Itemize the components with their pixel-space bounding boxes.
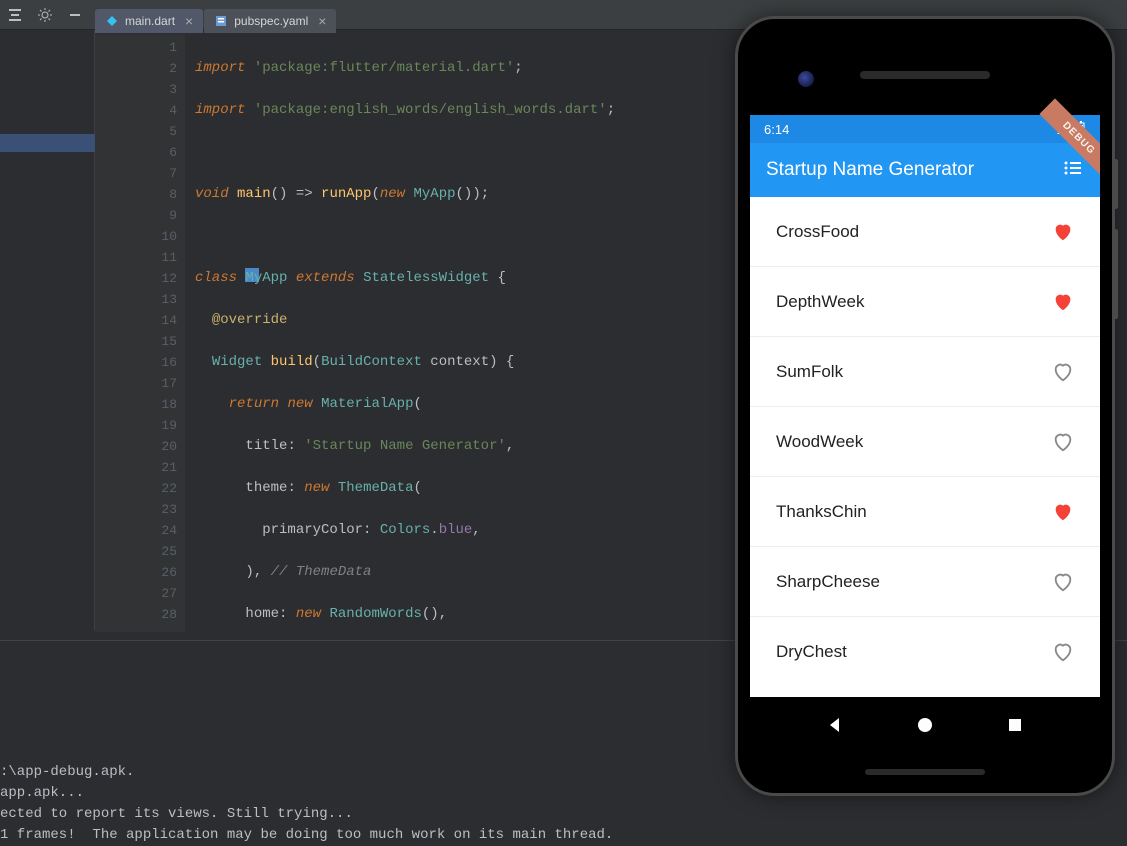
list-item[interactable]: CrossFood (750, 197, 1100, 267)
list-item[interactable]: WoodWeek (750, 407, 1100, 477)
item-name: SharpCheese (776, 572, 880, 592)
emulator-frame: 6:14 DEBUG Startup Name Generator CrossF… (735, 16, 1115, 796)
editor-gutter[interactable]: 1 2 3 4 5 6 7 8 9 10 11 12 13 14 15 16 1… (95, 34, 185, 632)
app-title: Startup Name Generator (766, 159, 974, 181)
gutter-num: 5 (95, 121, 177, 142)
camera-icon (798, 71, 814, 87)
heart-outline-icon[interactable] (1052, 571, 1074, 593)
close-icon[interactable]: × (318, 13, 326, 29)
gutter-num: 22 (95, 478, 177, 499)
item-name: SumFolk (776, 362, 843, 382)
status-time: 6:14 (764, 122, 789, 137)
layout-icon[interactable] (0, 0, 30, 30)
app-bar: DEBUG Startup Name Generator (750, 143, 1100, 197)
gutter-num: 26 (95, 562, 177, 583)
gutter-num: 2 (95, 58, 177, 79)
close-icon[interactable]: × (185, 13, 193, 29)
gutter-num: 11 (95, 247, 177, 268)
heart-outline-icon[interactable] (1052, 641, 1074, 663)
item-name: ThanksChin (776, 502, 867, 522)
heart-outline-icon[interactable] (1052, 361, 1074, 383)
yaml-file-icon (214, 14, 228, 28)
recents-button[interactable] (1005, 715, 1025, 735)
gutter-num: 1 (95, 37, 177, 58)
back-button[interactable] (825, 715, 845, 735)
volume-button[interactable] (1114, 229, 1118, 319)
gutter-num: 20 (95, 436, 177, 457)
gutter-num: 15 (95, 331, 177, 352)
gutter-num: 13 (95, 289, 177, 310)
editor-tabs: main.dart × pubspec.yaml × (95, 8, 336, 34)
gutter-num: 10 (95, 226, 177, 247)
minimize-icon[interactable] (60, 0, 90, 30)
home-button[interactable] (915, 715, 935, 735)
item-name: DepthWeek (776, 292, 865, 312)
gutter-num: 16 (95, 352, 177, 373)
list-item[interactable]: DepthWeek (750, 267, 1100, 337)
project-panel[interactable] (0, 30, 95, 630)
heart-icon[interactable] (1052, 221, 1074, 243)
gutter-num: 6 (95, 142, 177, 163)
list-item[interactable]: ThanksChin (750, 477, 1100, 547)
speaker-grill (860, 71, 990, 79)
item-name: DryChest (776, 642, 847, 662)
home-indicator (865, 769, 985, 775)
heart-outline-icon[interactable] (1052, 431, 1074, 453)
item-name: WoodWeek (776, 432, 863, 452)
selected-tree-item (0, 134, 95, 152)
list-item[interactable]: SumFolk (750, 337, 1100, 407)
gutter-num: 4 (95, 100, 177, 121)
list-item[interactable]: SharpCheese (750, 547, 1100, 617)
heart-icon[interactable] (1052, 291, 1074, 313)
gutter-num: 28 (95, 604, 177, 625)
gutter-num: 3 (95, 79, 177, 100)
android-navbar (750, 697, 1100, 753)
gutter-num: 24 (95, 520, 177, 541)
dart-file-icon (105, 14, 119, 28)
tab-main-dart[interactable]: main.dart × (95, 9, 203, 33)
gutter-num: 12 (95, 268, 177, 289)
list-item[interactable]: DryChest (750, 617, 1100, 687)
tab-label: pubspec.yaml (234, 14, 308, 28)
gutter-num: 27 (95, 583, 177, 604)
gutter-num: 8 (95, 184, 177, 205)
gutter-num: 14 (95, 310, 177, 331)
gear-icon[interactable] (30, 0, 60, 30)
gutter-num: 19 (95, 415, 177, 436)
gutter-num: 25 (95, 541, 177, 562)
code-content[interactable]: import 'package:flutter/material.dart'; … (195, 34, 624, 632)
list-view[interactable]: CrossFood DepthWeek SumFolk WoodWeek Tha… (750, 197, 1100, 697)
gutter-num: 21 (95, 457, 177, 478)
tab-pubspec-yaml[interactable]: pubspec.yaml × (204, 9, 336, 33)
phone-bezel (750, 31, 1100, 115)
list-icon[interactable] (1062, 157, 1084, 184)
heart-icon[interactable] (1052, 501, 1074, 523)
item-name: CrossFood (776, 222, 859, 242)
gutter-num: 9 (95, 205, 177, 226)
tab-label: main.dart (125, 14, 175, 28)
gutter-num: 18 (95, 394, 177, 415)
gutter-num: 17 (95, 373, 177, 394)
power-button[interactable] (1114, 159, 1118, 209)
gutter-num: 23 (95, 499, 177, 520)
gutter-num: 7 (95, 163, 177, 184)
